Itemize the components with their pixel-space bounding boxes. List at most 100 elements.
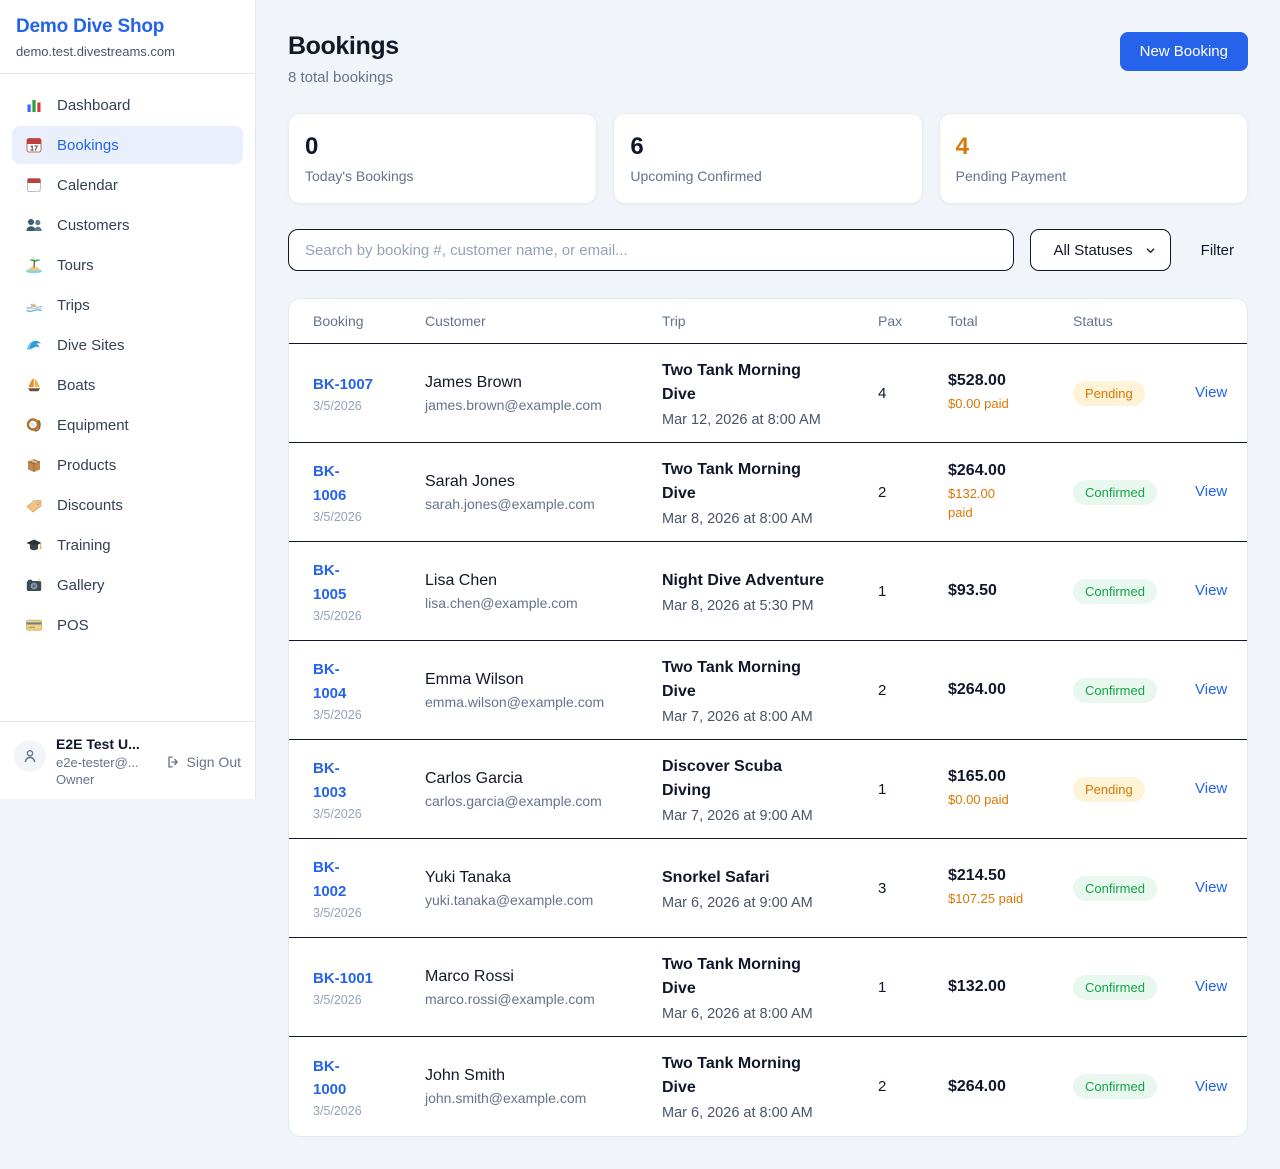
- booking-id-link[interactable]: BK- 1002: [313, 856, 346, 903]
- status-badge: Confirmed: [1073, 876, 1157, 901]
- customer-email: john.smith@example.com: [425, 1090, 654, 1106]
- sign-out-button[interactable]: Sign Out: [165, 754, 241, 770]
- pax-count: 4: [878, 371, 948, 416]
- trip-datetime: Mar 7, 2026 at 9:00 AM: [662, 808, 870, 824]
- dive-mask-icon: [25, 416, 43, 434]
- paid-amount: $0.00 paid: [948, 790, 1065, 810]
- calendar-icon: [25, 176, 43, 194]
- booking-id-link[interactable]: BK-1007: [313, 373, 373, 396]
- customer-email: sarah.jones@example.com: [425, 496, 654, 512]
- brand-block: Demo Dive Shop demo.test.divestreams.com: [0, 0, 255, 74]
- trip-name: Night Dive Adventure: [662, 569, 870, 593]
- sidebar-item-discounts[interactable]: Discounts: [12, 486, 243, 524]
- trip-datetime: Mar 8, 2026 at 5:30 PM: [662, 598, 870, 614]
- stats-cards: 0 Today's Bookings 6 Upcoming Confirmed …: [288, 113, 1248, 204]
- island-icon: [25, 256, 43, 274]
- view-link[interactable]: View: [1195, 384, 1227, 401]
- sidebar-item-label: Dashboard: [57, 97, 130, 114]
- filter-button[interactable]: Filter: [1187, 234, 1248, 267]
- table-row: BK-10013/5/2026 Marco Rossimarco.rossi@e…: [289, 938, 1247, 1037]
- column-header-total: Total: [948, 299, 1073, 343]
- sidebar-item-trips[interactable]: Trips: [12, 286, 243, 324]
- booking-date: 3/5/2026: [313, 609, 417, 623]
- pax-count: 2: [878, 470, 948, 515]
- sidebar-item-label: Calendar: [57, 177, 118, 194]
- sidebar-item-customers[interactable]: Customers: [12, 206, 243, 244]
- sidebar-item-bookings[interactable]: 17 Bookings: [12, 126, 243, 164]
- sidebar-item-label: Training: [57, 537, 111, 554]
- booking-date: 3/5/2026: [313, 399, 417, 413]
- sidebar-item-dashboard[interactable]: Dashboard: [12, 86, 243, 124]
- booking-id-link[interactable]: BK- 1006: [313, 460, 346, 507]
- sign-out-label: Sign Out: [187, 754, 241, 770]
- status-select[interactable]: All Statuses: [1030, 229, 1170, 271]
- stat-value: 4: [956, 133, 1231, 161]
- customer-email: lisa.chen@example.com: [425, 595, 654, 611]
- search-input[interactable]: [288, 229, 1014, 271]
- trip-name: Two Tank Morning Dive: [662, 656, 870, 704]
- sidebar-item-label: Boats: [57, 377, 95, 394]
- booking-id-link[interactable]: BK-1001: [313, 967, 373, 990]
- table-row: BK- 10043/5/2026 Emma Wilsonemma.wilson@…: [289, 641, 1247, 740]
- sidebar-item-equipment[interactable]: Equipment: [12, 406, 243, 444]
- sidebar-item-calendar[interactable]: Calendar: [12, 166, 243, 204]
- sailboat-icon: [25, 376, 43, 394]
- view-link[interactable]: View: [1195, 1078, 1227, 1095]
- total-amount: $264.00: [948, 681, 1065, 699]
- booking-id-link[interactable]: BK- 1004: [313, 658, 346, 705]
- stat-card-todays-bookings: 0 Today's Bookings: [288, 113, 597, 204]
- total-amount: $214.50: [948, 867, 1065, 885]
- new-booking-button[interactable]: New Booking: [1120, 32, 1248, 71]
- sidebar-item-gallery[interactable]: Gallery: [12, 566, 243, 604]
- sidebar-item-training[interactable]: Training: [12, 526, 243, 564]
- user-name: E2E Test U...: [56, 736, 155, 752]
- booking-id-link[interactable]: BK- 1000: [313, 1055, 346, 1102]
- filter-row: All Statuses Filter: [288, 229, 1248, 271]
- view-link[interactable]: View: [1195, 879, 1227, 896]
- booking-id-link[interactable]: BK- 1005: [313, 559, 346, 606]
- view-link[interactable]: View: [1195, 582, 1227, 599]
- view-link[interactable]: View: [1195, 681, 1227, 698]
- customers-icon: [25, 216, 43, 234]
- view-link[interactable]: View: [1195, 780, 1227, 797]
- dashboard-icon: [25, 96, 43, 114]
- trip-datetime: Mar 6, 2026 at 9:00 AM: [662, 895, 870, 911]
- trip-name: Two Tank Morning Dive: [662, 953, 870, 1001]
- pax-count: 2: [878, 668, 948, 713]
- view-link[interactable]: View: [1195, 978, 1227, 995]
- status-select-value: All Statuses: [1053, 242, 1132, 259]
- sidebar-item-tours[interactable]: Tours: [12, 246, 243, 284]
- trip-datetime: Mar 8, 2026 at 8:00 AM: [662, 511, 870, 527]
- sidebar: Demo Dive Shop demo.test.divestreams.com…: [0, 0, 256, 799]
- sidebar-item-dive-sites[interactable]: Dive Sites: [12, 326, 243, 364]
- trip-name: Discover Scuba Diving: [662, 755, 870, 803]
- sidebar-item-products[interactable]: Products: [12, 446, 243, 484]
- column-header-booking: Booking: [313, 299, 425, 343]
- main-content: Bookings 8 total bookings New Booking 0 …: [256, 0, 1280, 1169]
- status-badge: Pending: [1073, 381, 1145, 406]
- customer-name: Lisa Chen: [425, 572, 654, 590]
- table-row: BK- 10063/5/2026 Sarah Jonessarah.jones@…: [289, 443, 1247, 542]
- avatar: [14, 740, 46, 772]
- user-role: Owner: [56, 772, 155, 787]
- booking-date: 3/5/2026: [313, 708, 417, 722]
- status-badge: Confirmed: [1073, 975, 1157, 1000]
- view-link[interactable]: View: [1195, 483, 1227, 500]
- customer-name: Yuki Tanaka: [425, 869, 654, 887]
- wave-icon: [25, 336, 43, 354]
- graduation-cap-icon: [25, 536, 43, 554]
- sidebar-item-boats[interactable]: Boats: [12, 366, 243, 404]
- sidebar-item-label: Dive Sites: [57, 337, 125, 354]
- pax-count: 2: [878, 1064, 948, 1109]
- sidebar-item-pos[interactable]: POS: [12, 606, 243, 644]
- sidebar-item-label: POS: [57, 617, 89, 634]
- sidebar-item-label: Products: [57, 457, 116, 474]
- trip-datetime: Mar 6, 2026 at 8:00 AM: [662, 1105, 870, 1121]
- bookings-table: Booking Customer Trip Pax Total Status B…: [288, 298, 1248, 1137]
- total-amount: $165.00: [948, 768, 1065, 786]
- stat-value: 6: [630, 133, 905, 161]
- booking-date: 3/5/2026: [313, 906, 417, 920]
- booking-id-link[interactable]: BK- 1003: [313, 757, 346, 804]
- total-amount: $528.00: [948, 372, 1065, 390]
- chevron-down-icon: [1145, 245, 1156, 256]
